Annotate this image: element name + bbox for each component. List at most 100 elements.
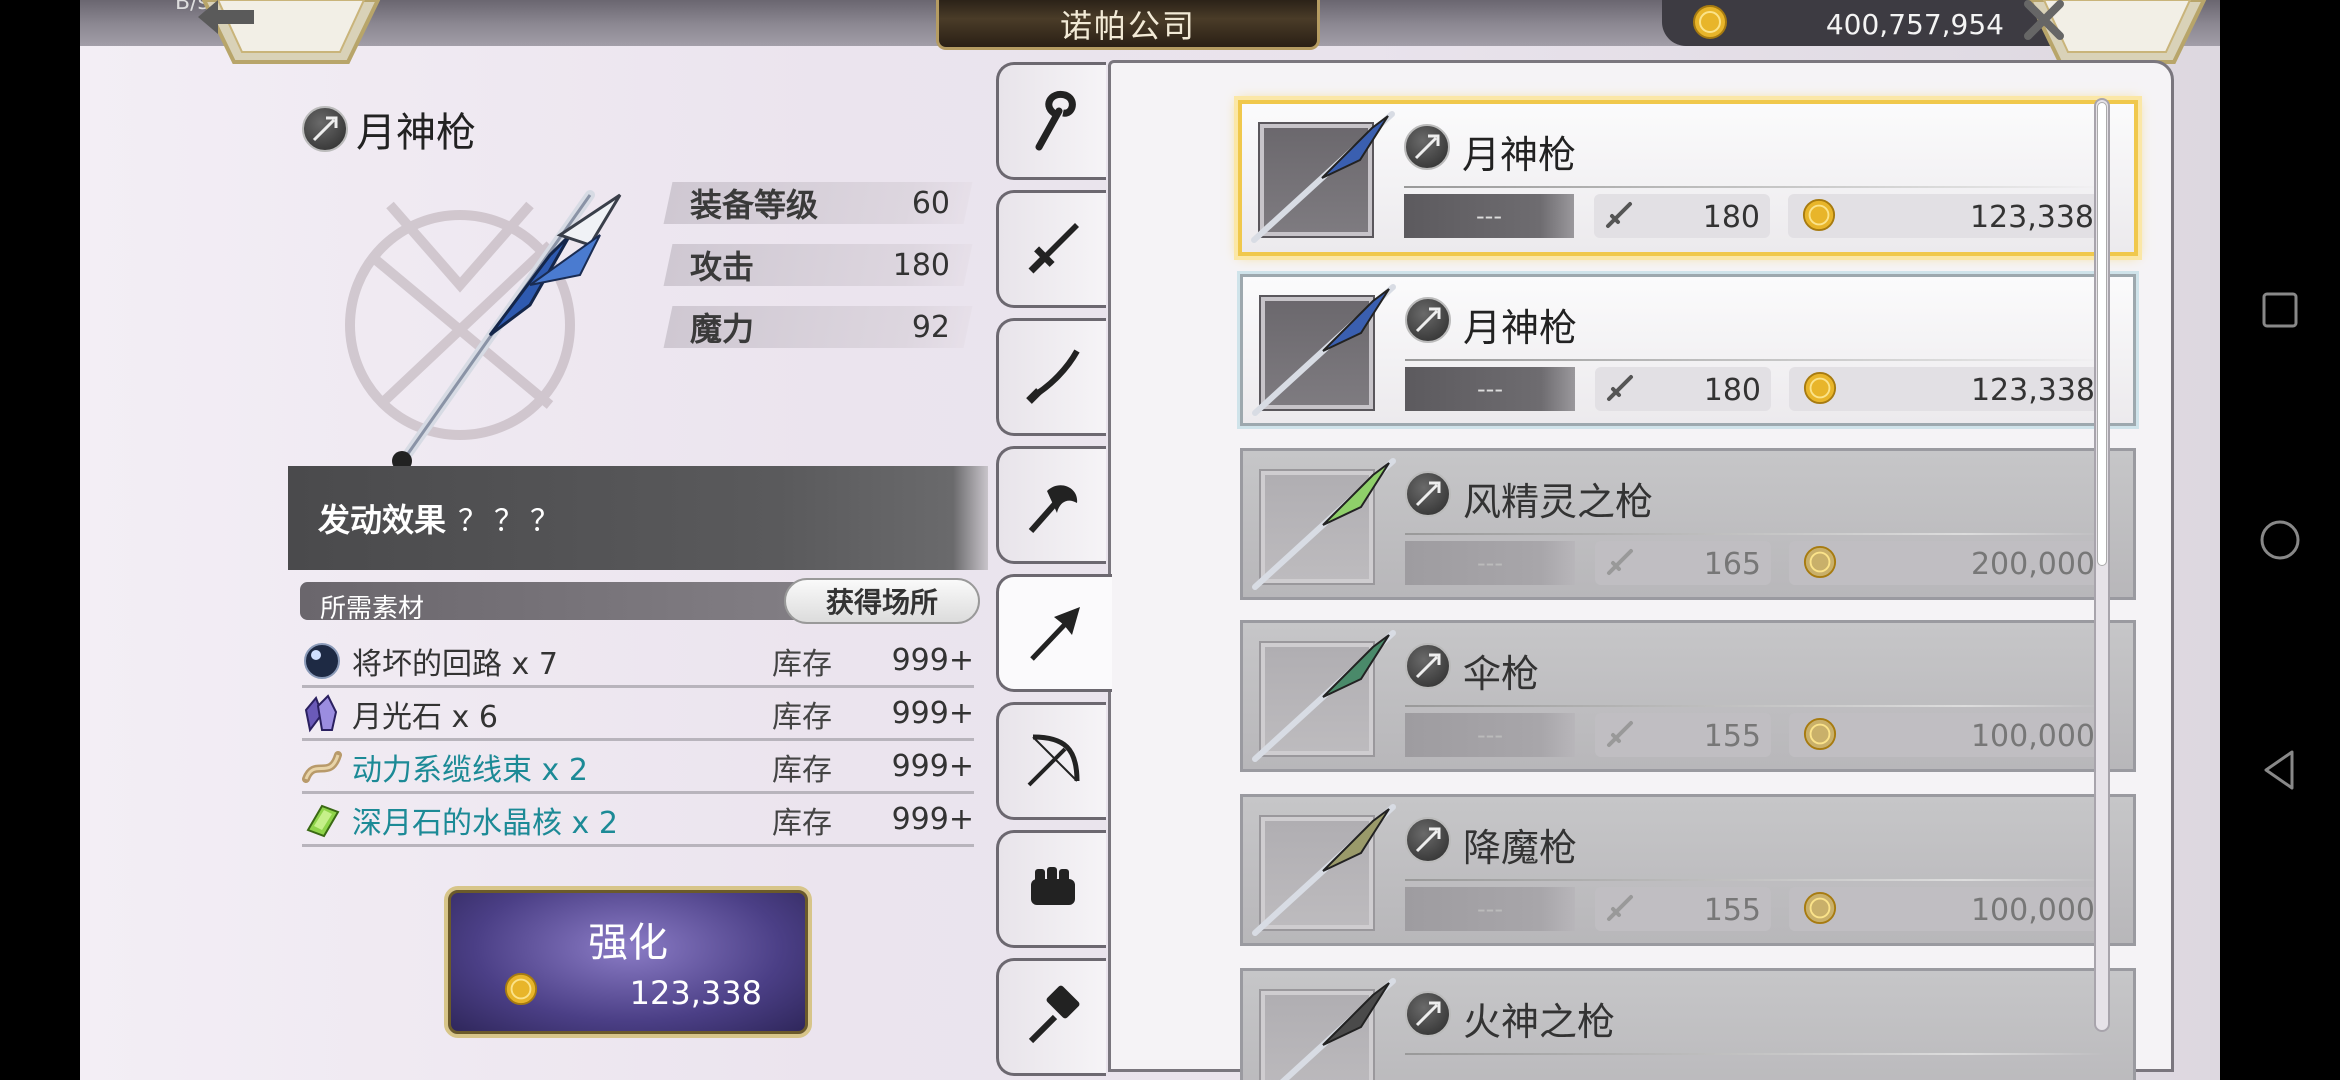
stock-count: 999+ — [891, 643, 974, 678]
material-name: 月光石 x 6 — [352, 699, 498, 735]
stat-label: 魔力 — [690, 310, 755, 348]
axe-icon — [1028, 485, 1077, 533]
weapon-card[interactable]: 降魔枪 --- 155 100,000 — [1240, 794, 2136, 946]
attack-sword-icon — [1607, 721, 1633, 747]
stat-magic: 魔力 92 — [663, 306, 973, 348]
list-scrollbar[interactable] — [2094, 98, 2110, 1032]
divider — [1405, 879, 2105, 881]
acquisition-source-button[interactable]: 获得场所 — [784, 578, 980, 624]
attack-value: 165 — [1703, 547, 1761, 582]
tab-gauntlet[interactable] — [996, 830, 1106, 948]
scrollbar-thumb[interactable] — [2097, 102, 2107, 566]
stock-label: 库存 — [772, 699, 832, 735]
stat-label: 装备等级 — [690, 186, 819, 224]
spear-type-icon — [1405, 643, 1451, 689]
weapon-price: 123,338 — [1788, 194, 2108, 238]
skill-effect-bar: 发动效果 ？？？ — [288, 466, 988, 570]
effect-value: ？？？ — [458, 504, 567, 539]
spear-type-icon — [1405, 471, 1451, 517]
weapon-level: --- — [1405, 713, 1575, 757]
spear-type-icon — [1405, 991, 1451, 1037]
stock-label: 库存 — [772, 646, 832, 682]
weapon-price: 100,000 — [1789, 887, 2109, 931]
stat-value: 180 — [892, 247, 950, 283]
staff-icon — [1035, 90, 1076, 151]
cable-bundle-icon — [302, 750, 342, 783]
price-value: 200,000 — [1970, 547, 2095, 582]
effect-label: 发动效果 — [318, 501, 447, 539]
weapon-card[interactable]: 风精灵之枪 --- 165 200,000 — [1240, 448, 2136, 600]
divider — [1405, 359, 2105, 361]
weapon-attack: 155 — [1595, 713, 1771, 757]
weapon-card[interactable]: 月神枪 --- 180 123,338 — [1238, 100, 2138, 256]
home-icon[interactable] — [2256, 516, 2304, 564]
tab-sword[interactable] — [996, 190, 1106, 308]
attack-value: 155 — [1703, 893, 1761, 928]
weapon-card[interactable]: 月神枪 --- 180 123,338 — [1240, 274, 2136, 426]
tab-hammer[interactable] — [996, 958, 1106, 1076]
spear-type-icon — [302, 106, 348, 152]
tab-staff[interactable] — [996, 62, 1106, 180]
tab-spear[interactable] — [996, 574, 1112, 692]
material-row[interactable]: 月光石 x 6 库存 999+ — [302, 689, 974, 741]
spear-type-icon — [1405, 297, 1451, 343]
upgrade-button[interactable]: 强化 123,338 — [444, 886, 812, 1038]
weapon-thumbnail-art — [1252, 458, 1396, 590]
weapon-thumbnail-art — [1252, 630, 1396, 762]
weapon-price: 100,000 — [1789, 713, 2109, 757]
green-crystal-icon — [306, 804, 340, 837]
weapon-name: 风精灵之枪 — [1463, 480, 1654, 524]
weapon-card[interactable]: 火神之枪 — [1240, 968, 2136, 1080]
stock-count: 999+ — [891, 749, 974, 784]
gold-display: 400,757,954 — [1662, 0, 2052, 46]
attack-sword-icon — [1607, 895, 1633, 921]
weapon-category-tabs — [996, 58, 1112, 1080]
stat-equip-level: 装备等级 60 — [663, 182, 973, 224]
material-row[interactable]: 将坏的回路 x 7 库存 999+ — [302, 636, 974, 688]
weapon-price: 200,000 — [1789, 541, 2109, 585]
weapon-thumbnail-art — [1280, 978, 1396, 1080]
weapon-attack: 165 — [1595, 541, 1771, 585]
weapon-level: --- — [1405, 367, 1575, 411]
gold-coin-icon — [504, 972, 538, 1006]
tab-katana[interactable] — [996, 318, 1106, 436]
sword-icon — [1028, 223, 1079, 274]
divider — [1405, 533, 2105, 535]
arrow-left-icon — [198, 0, 384, 60]
price-value: 100,000 — [1970, 719, 2095, 754]
weapon-level: --- — [1405, 541, 1575, 585]
stock-count: 999+ — [891, 696, 974, 731]
shop-title-text: 诺帕公司 — [1059, 6, 1196, 45]
material-row[interactable]: 动力系缆线束 x 2 库存 999+ — [302, 742, 974, 794]
attack-sword-icon — [1607, 549, 1633, 575]
stat-label: 攻击 — [690, 248, 755, 286]
weapon-thumbnail-art — [1251, 111, 1395, 243]
tab-bow[interactable] — [996, 702, 1106, 820]
crystal-cluster-icon — [304, 693, 338, 732]
material-name: 动力系缆线束 x 2 — [352, 752, 588, 788]
weapon-card[interactable]: 伞枪 --- 155 100,000 — [1240, 620, 2136, 772]
system-nav-bar — [2220, 0, 2340, 1080]
attack-value: 180 — [1702, 200, 1760, 235]
price-value: 123,338 — [1970, 373, 2095, 408]
recent-apps-icon[interactable] — [2256, 286, 2304, 334]
divider — [1404, 186, 2104, 188]
back-icon[interactable] — [2256, 746, 2304, 794]
weapon-thumbnail-art — [1252, 804, 1396, 936]
weapon-thumbnail-art — [1252, 284, 1396, 416]
stat-value: 92 — [911, 309, 950, 345]
back-button[interactable] — [198, 0, 384, 66]
material-row[interactable]: 深月石的水晶核 x 2 库存 999+ — [302, 795, 974, 847]
item-title: 月神枪 — [302, 100, 476, 158]
close-button[interactable] — [2024, 0, 2210, 66]
weapon-attack: 180 — [1594, 194, 1770, 238]
game-screen: B/s 诺帕公司 400,757,954 月神枪 装备等级 60 攻击 180 … — [80, 0, 2220, 1080]
gold-amount: 400,757,954 — [1825, 8, 2004, 41]
material-name: 将坏的回路 x 7 — [352, 646, 558, 682]
attack-sword-icon — [1606, 202, 1632, 228]
gold-coin-icon — [1802, 198, 1836, 232]
weapon-preview — [345, 190, 622, 471]
materials-label: 所需素材 — [320, 594, 425, 624]
tab-axe[interactable] — [996, 446, 1106, 564]
attack-value: 155 — [1703, 719, 1761, 754]
